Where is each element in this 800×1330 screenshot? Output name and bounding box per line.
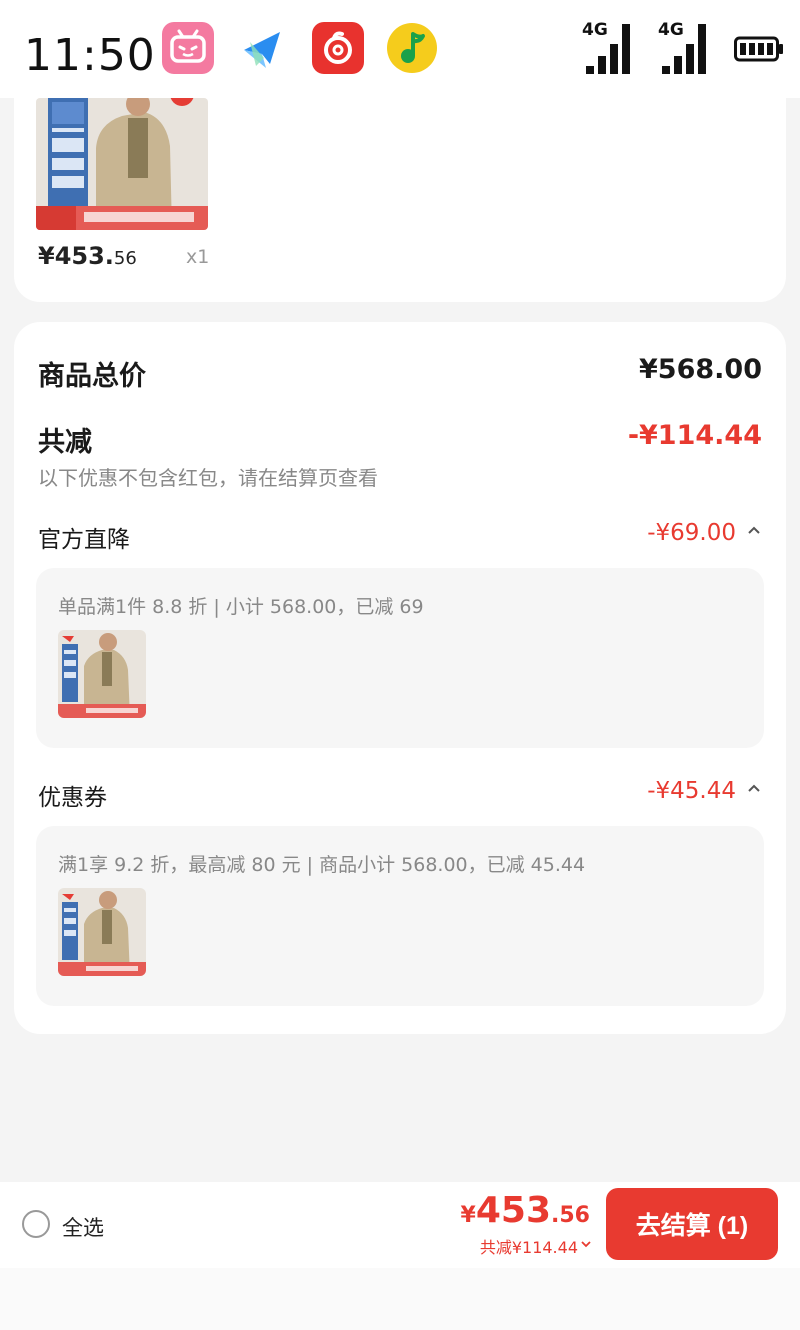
battery-icon — [734, 36, 784, 62]
discount-row: 共减 -¥114.44 — [38, 420, 762, 458]
discount-label: 共减 — [38, 427, 92, 458]
official-discount-value: -¥69.00 — [647, 520, 736, 546]
netease-music-icon — [312, 22, 364, 74]
status-time: 11:50 — [24, 30, 156, 81]
product-thumbnail — [58, 630, 146, 718]
checkout-bar: 全选 ¥453.56 共减¥114.44 去结算 (1) — [0, 1182, 800, 1268]
signal-4g-icon: 4G — [658, 20, 714, 76]
checkout-button[interactable]: 去结算 (1) — [606, 1188, 778, 1260]
coupon-detail: 满1享 9.2 折，最高减 80 元 | 商品小计 568.00，已减 45.4… — [36, 826, 764, 1006]
discount-value: -¥114.44 — [627, 420, 762, 451]
total-row: 商品总价 ¥568.00 — [38, 354, 762, 392]
coupon-row[interactable]: 优惠券 -¥45.44 — [38, 778, 762, 811]
total-value: ¥568.00 — [639, 354, 762, 385]
coupon-value: -¥45.44 — [647, 778, 736, 804]
total-label: 商品总价 — [38, 361, 146, 392]
coupon-text: 满1享 9.2 折，最高减 80 元 | 商品小计 568.00，已减 45.4… — [58, 854, 586, 876]
price-summary-card: 商品总价 ¥568.00 共减 -¥114.44 以下优惠不包含红包，请在结算页… — [14, 322, 786, 1034]
bilibili-icon — [162, 22, 214, 74]
saved-amount[interactable]: 共减¥114.44 — [480, 1234, 578, 1258]
product-quantity: x1 — [186, 246, 210, 268]
chevron-up-icon[interactable] — [746, 780, 762, 796]
chevron-down-icon[interactable] — [580, 1238, 592, 1250]
qq-music-icon — [386, 22, 438, 74]
official-discount-label: 官方直降 — [38, 527, 130, 553]
product-price: ¥453.56 — [38, 242, 137, 270]
discount-note: 以下优惠不包含红包，请在结算页查看 — [38, 466, 378, 490]
official-discount-row[interactable]: 官方直降 -¥69.00 — [38, 520, 762, 553]
select-all-checkbox[interactable] — [22, 1210, 50, 1238]
payable-total: ¥453.56 — [460, 1190, 590, 1231]
official-discount-detail: 单品满1件 8.8 折 | 小计 568.00，已减 69 — [36, 568, 764, 748]
official-discount-text: 单品满1件 8.8 折 | 小计 568.00，已减 69 — [58, 596, 424, 618]
product-thumbnail — [58, 888, 146, 976]
status-bar: 11:50 4G 4G — [0, 0, 800, 98]
signal-4g-icon: 4G — [582, 20, 638, 76]
chevron-up-icon[interactable] — [746, 522, 762, 538]
bottom-spacer — [0, 1268, 800, 1330]
paper-plane-icon — [236, 22, 288, 74]
product-image[interactable] — [36, 98, 208, 230]
coupon-label: 优惠券 — [38, 785, 107, 811]
select-all-label[interactable]: 全选 — [62, 1212, 104, 1242]
